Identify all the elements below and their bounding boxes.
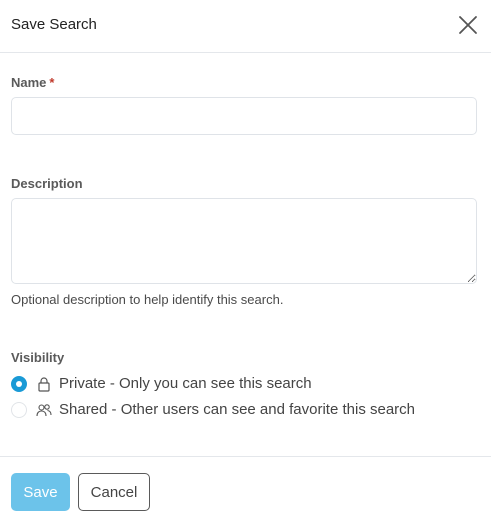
close-icon	[459, 16, 477, 34]
lock-icon	[36, 376, 52, 392]
visibility-label: Visibility	[11, 350, 65, 365]
dialog-footer	[0, 456, 491, 520]
visibility-option-shared[interactable]: Shared - Other users can see and favorit…	[11, 400, 415, 420]
private-radio[interactable]	[11, 376, 27, 392]
name-input[interactable]	[11, 97, 477, 135]
dialog-header: Save Search	[0, 0, 491, 53]
required-marker: *	[49, 75, 55, 90]
description-hint: Optional description to help identify th…	[11, 292, 284, 307]
visibility-option-private[interactable]: Private - Only you can see this search	[11, 374, 312, 394]
name-label-text: Name	[11, 75, 47, 90]
save-button[interactable]: Save	[11, 473, 70, 511]
description-textarea[interactable]	[11, 198, 477, 284]
users-icon	[36, 402, 52, 418]
save-search-dialog: Save Search Name * Description Optional d…	[0, 0, 491, 520]
name-label: Name *	[11, 75, 54, 91]
description-label: Description	[11, 176, 83, 191]
close-button[interactable]	[458, 15, 478, 35]
cancel-button[interactable]: Cancel	[78, 473, 150, 511]
shared-radio[interactable]	[11, 402, 27, 418]
private-option-label: Private - Only you can see this search	[59, 375, 312, 392]
dialog-title: Save Search	[11, 16, 97, 33]
shared-option-label: Shared - Other users can see and favorit…	[59, 401, 416, 418]
